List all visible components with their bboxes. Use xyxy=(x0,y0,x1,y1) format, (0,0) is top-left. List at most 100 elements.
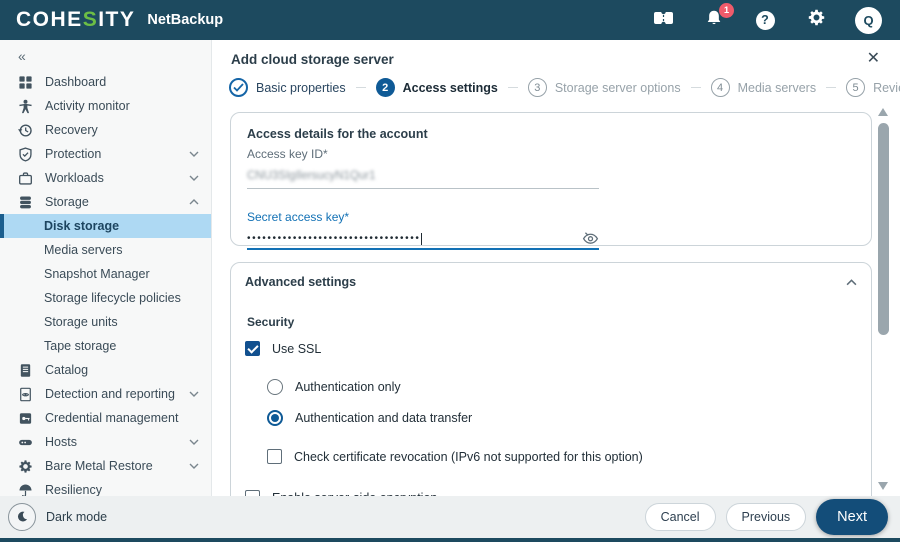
sidebar-item-catalog[interactable]: Catalog xyxy=(0,358,211,382)
step-access-settings[interactable]: 2 Access settings xyxy=(375,78,498,97)
sidebar-item-label: Storage xyxy=(45,195,89,209)
sidebar-item-credential-management[interactable]: Credential management xyxy=(0,406,211,430)
sidebar-collapse-button[interactable]: « xyxy=(18,48,38,66)
step-number: 3 xyxy=(527,78,547,97)
use-ssl-label: Use SSL xyxy=(272,341,322,356)
cohesity-logo[interactable]: COHESITY xyxy=(16,8,135,32)
step-connector xyxy=(826,87,837,88)
window-bottom-border xyxy=(0,538,900,542)
dark-mode-label: Dark mode xyxy=(46,510,108,524)
help-icon: ? xyxy=(755,10,775,30)
dark-mode-toggle[interactable]: Dark mode xyxy=(8,503,107,531)
step-label: Basic properties xyxy=(256,80,346,95)
footer-bar: Dark mode Cancel Previous Next xyxy=(0,496,900,538)
check-certificate-revocation-checkbox[interactable] xyxy=(267,449,282,464)
license-ticket-button[interactable] xyxy=(651,8,675,32)
step-storage-server-options[interactable]: 3 Storage server options xyxy=(527,78,681,97)
step-connector xyxy=(690,87,701,88)
sidebar-item-media-servers[interactable]: Media servers xyxy=(0,238,211,262)
step-media-servers[interactable]: 4 Media servers xyxy=(710,78,816,97)
sidebar-item-label: Dashboard xyxy=(45,75,107,89)
sidebar-item-label: Hosts xyxy=(45,435,77,449)
database-icon xyxy=(17,194,33,210)
report-eye-icon xyxy=(17,386,33,402)
topbar-icons: 1 ? Q xyxy=(651,3,884,34)
access-key-id-value: CNU3SIgIlersucyN1Qur1 xyxy=(247,170,376,182)
recovery-history-icon xyxy=(17,122,33,138)
authentication-only-radio[interactable] xyxy=(267,379,283,395)
sidebar-item-activity-monitor[interactable]: Activity monitor xyxy=(0,94,211,118)
gear-wrench-icon xyxy=(17,458,33,474)
sidebar-item-label: Protection xyxy=(45,147,102,161)
use-ssl-checkbox[interactable] xyxy=(245,341,260,356)
scrollbar-thumb[interactable] xyxy=(878,123,889,335)
scrollbar-up-arrow[interactable] xyxy=(878,108,888,116)
dashboard-icon xyxy=(17,74,33,90)
chevron-up-icon xyxy=(846,278,857,285)
authentication-and-data-transfer-radio[interactable] xyxy=(267,410,283,426)
next-button[interactable]: Next xyxy=(816,499,888,535)
access-key-id-input[interactable]: CNU3SIgIlersucyN1Qur1 xyxy=(247,161,599,189)
step-number: 2 xyxy=(375,78,395,97)
scrollbar-down-arrow[interactable] xyxy=(878,482,888,490)
sidebar-item-label: Recovery xyxy=(45,123,98,137)
check-cert-row: Check certificate revocation (IPv6 not s… xyxy=(267,449,857,464)
close-icon[interactable]: ✕ xyxy=(867,51,880,67)
step-number: 4 xyxy=(710,78,730,97)
sidebar-item-tape-storage[interactable]: Tape storage xyxy=(0,334,211,358)
sidebar-item-storage-lifecycle-policies[interactable]: Storage lifecycle policies xyxy=(0,286,211,310)
user-avatar[interactable]: Q xyxy=(855,6,882,34)
sidebar-item-workloads[interactable]: Workloads xyxy=(0,166,211,190)
access-details-title: Access details for the account xyxy=(247,127,428,141)
eye-icon xyxy=(582,232,599,244)
sidebar-item-disk-storage[interactable]: Disk storage xyxy=(0,214,211,238)
help-button[interactable]: ? xyxy=(753,8,777,32)
secret-access-key-input[interactable]: •••••••••••••••••••••••••••••••••• xyxy=(247,226,599,250)
sidebar-item-label: Resiliency xyxy=(45,483,102,496)
auth-only-row: Authentication only xyxy=(267,379,857,395)
step-number: 5 xyxy=(846,78,866,97)
sidebar-item-storage-units[interactable]: Storage units xyxy=(0,310,211,334)
step-review[interactable]: 5 Review xyxy=(846,78,900,97)
settings-button[interactable] xyxy=(804,8,828,32)
chevron-down-icon xyxy=(189,439,199,445)
ticket-icon xyxy=(653,9,674,31)
sidebar-item-storage[interactable]: Storage xyxy=(0,190,211,214)
hosts-server-icon xyxy=(17,434,33,450)
sidebar-item-recovery[interactable]: Recovery xyxy=(0,118,211,142)
sidebar-item-label: Storage lifecycle policies xyxy=(44,291,181,305)
main-panel: Add cloud storage server ✕ Basic propert… xyxy=(213,40,900,496)
brand-accent: S xyxy=(82,8,99,31)
sidebar-item-protection[interactable]: Protection xyxy=(0,142,211,166)
activity-monitor-icon xyxy=(17,98,33,114)
umbrella-icon xyxy=(17,482,33,496)
access-key-id-label: Access key ID* xyxy=(247,147,328,161)
step-basic-properties[interactable]: Basic properties xyxy=(229,78,346,97)
sidebar-item-label: Storage units xyxy=(44,315,118,329)
sidebar-item-dashboard[interactable]: Dashboard xyxy=(0,70,211,94)
sidebar-item-detection-and-reporting[interactable]: Detection and reporting xyxy=(0,382,211,406)
step-connector xyxy=(355,87,366,88)
sidebar-item-label: Media servers xyxy=(44,243,123,257)
advanced-settings-card: Advanced settings Security Use SSL Authe… xyxy=(230,262,872,496)
sidebar-item-resiliency[interactable]: Resiliency xyxy=(0,478,211,496)
collapse-section-button[interactable] xyxy=(846,278,857,286)
topbar: COHESITY NetBackup 1 ? Q xyxy=(0,0,900,40)
notifications-button[interactable]: 1 xyxy=(702,3,734,32)
content-scrollbar xyxy=(878,106,889,492)
briefcase-icon xyxy=(17,170,33,186)
notification-badge: 1 xyxy=(719,3,734,18)
chevron-down-icon xyxy=(189,463,199,469)
sidebar-item-bare-metal-restore[interactable]: Bare Metal Restore xyxy=(0,454,211,478)
authentication-only-label: Authentication only xyxy=(295,380,401,394)
auth-data-row: Authentication and data transfer xyxy=(267,410,857,426)
sidebar: « Dashboard Activity monitor Recovery Pr… xyxy=(0,40,212,496)
sidebar-item-label: Workloads xyxy=(45,171,104,185)
show-password-button[interactable] xyxy=(582,231,599,246)
cancel-button[interactable]: Cancel xyxy=(644,503,716,531)
previous-button[interactable]: Previous xyxy=(725,503,807,531)
chevron-down-icon xyxy=(189,391,199,397)
sidebar-item-snapshot-manager[interactable]: Snapshot Manager xyxy=(0,262,211,286)
sidebar-item-hosts[interactable]: Hosts xyxy=(0,430,211,454)
footer-buttons: Cancel Previous Next xyxy=(644,499,888,535)
